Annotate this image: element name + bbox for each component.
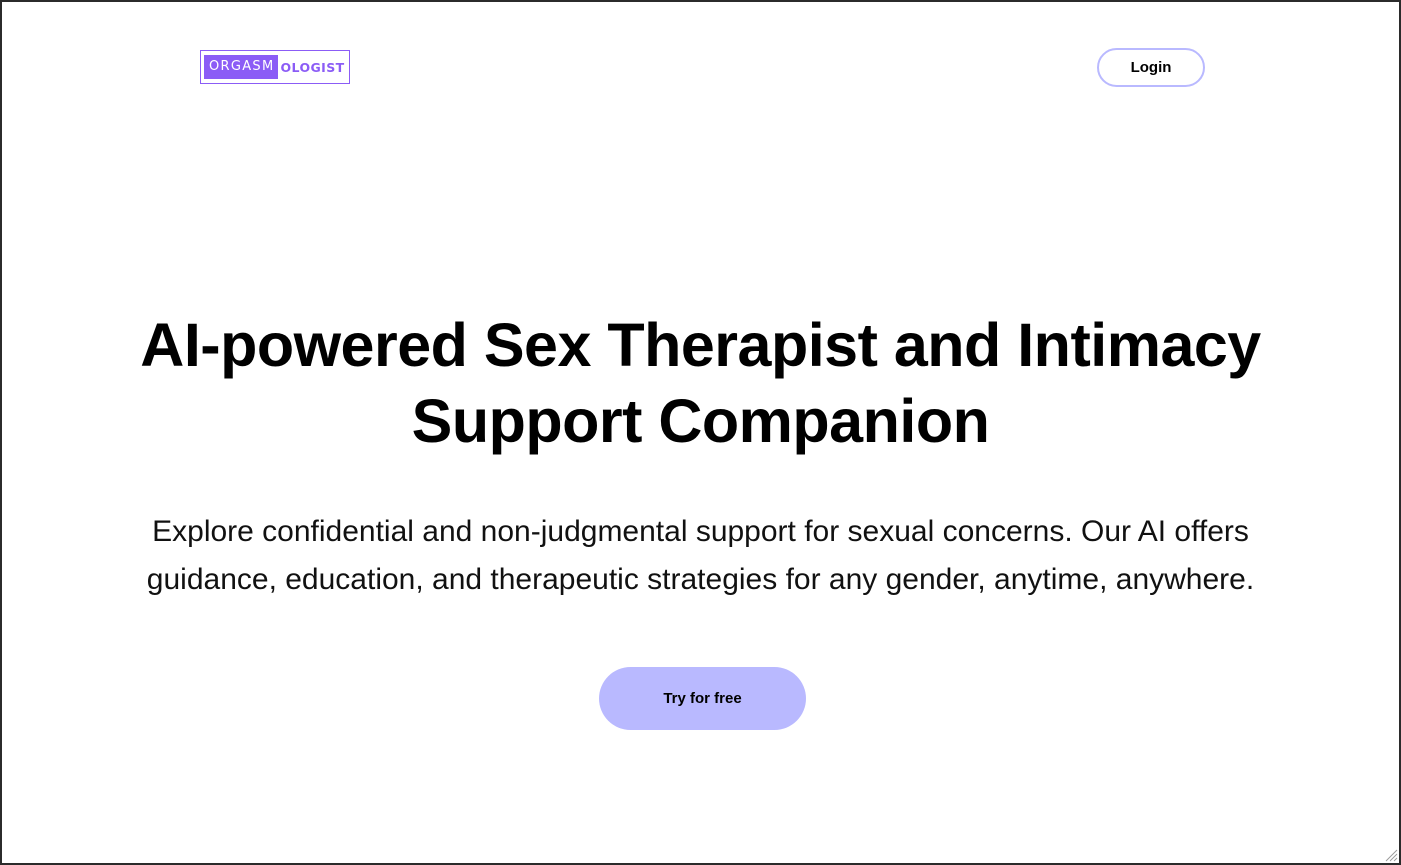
page-frame: ORGASM OLOGIST Login AI-powered Sex Ther… <box>0 0 1401 865</box>
hero-title-line-1: AI-powered Sex Therapist and Intimacy <box>140 311 1261 379</box>
hero-subtitle-line-1: Explore confidential and non-judgmental … <box>152 515 1249 548</box>
brand-logo[interactable]: ORGASM OLOGIST <box>200 50 350 84</box>
hero-title-line-2: Support Companion <box>411 387 990 455</box>
login-button[interactable]: Login <box>1097 48 1205 87</box>
logo-text-right: OLOGIST <box>280 59 345 75</box>
hero-subtitle-line-2: guidance, education, and therapeutic str… <box>146 563 1255 596</box>
logo-text-left: ORGASM <box>204 55 278 79</box>
resize-grip-icon[interactable] <box>1384 848 1398 862</box>
hero-subtitle: Explore confidential and non-judgmental … <box>2 508 1399 604</box>
hero-title: AI-powered Sex Therapist and Intimacy Su… <box>2 307 1399 459</box>
try-for-free-button[interactable]: Try for free <box>599 667 806 730</box>
